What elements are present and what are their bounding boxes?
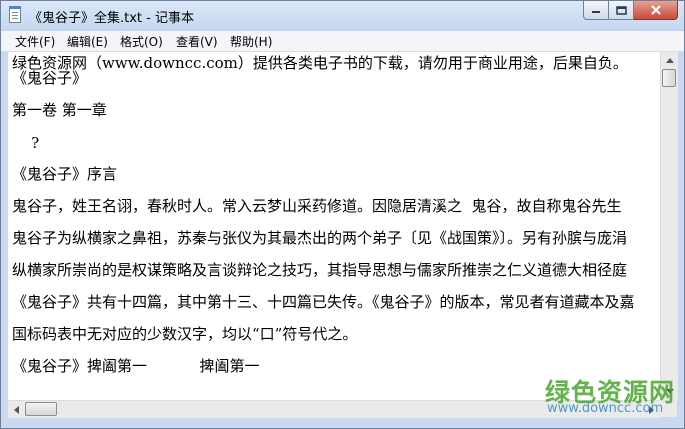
scroll-up-button[interactable] [661, 52, 678, 69]
title-bar[interactable]: 《鬼谷子》全集.txt - 记事本 [1, 1, 684, 31]
close-button[interactable] [634, 1, 678, 20]
text-line: 《鬼谷子》 [12, 69, 88, 87]
horizontal-scroll-thumb[interactable] [25, 402, 57, 416]
text-editor-area[interactable]: 绿色资源网（www.downcc.com）提供各类电子书的下载，请勿用于商业用途… [8, 52, 660, 400]
text-line: 《鬼谷子》共有十四篇，其中第十三、十四篇已失传。《鬼谷子》的版本，常见者有道藏本… [12, 293, 635, 311]
minimize-button[interactable] [583, 1, 609, 20]
menu-format[interactable]: 格式(O) [120, 33, 163, 50]
notepad-app-icon[interactable] [9, 6, 21, 23]
watermark-url: www.downcc.com [547, 401, 664, 416]
window-title: 《鬼谷子》全集.txt - 记事本 [29, 11, 194, 26]
scroll-left-button[interactable] [8, 401, 25, 418]
text-line: ? [12, 134, 40, 152]
menu-help[interactable]: 帮助(H) [230, 33, 272, 50]
menu-file[interactable]: 文件(F) [15, 33, 55, 50]
menu-view[interactable]: 查看(V) [176, 33, 218, 50]
text-line: 鬼谷子，姓王名诩，春秋时人。常入云梦山采药修道。因隐居清溪之 鬼谷，故自称鬼谷先… [12, 197, 622, 215]
text-line: 第一卷 第一章 [12, 101, 107, 119]
vertical-scrollbar[interactable] [660, 52, 678, 400]
text-line: 鬼谷子为纵横家之鼻祖，苏秦与张仪为其最杰出的两个弟子〔见《战国策》〕。另有孙膑与… [12, 229, 628, 247]
maximize-button[interactable] [609, 1, 634, 20]
menu-edit[interactable]: 编辑(E) [67, 33, 108, 50]
text-line: 纵横家所崇尚的是权谋策略及言谈辩论之技巧，其指导思想与儒家所推崇之仁义道德大相径… [12, 261, 628, 279]
window-controls [583, 1, 678, 21]
maximize-icon [615, 5, 627, 15]
site-watermark: 绿色资源网 www.downcc.com [545, 373, 674, 421]
text-line: 《鬼谷子》序言 [12, 165, 118, 183]
text-line: 《鬼谷子》捭阖第一 捭阖第一 [12, 357, 260, 375]
text-line: 绿色资源网（www.downcc.com）提供各类电子书的下载，请勿用于商业用途… [12, 54, 628, 72]
minimize-icon [592, 11, 600, 13]
close-icon [650, 5, 661, 15]
scroll-up-arrow-icon [665, 58, 674, 63]
notepad-window: 《鬼谷子》全集.txt - 记事本 文件(F) 编辑(E) 格式(O) 查看(V… [0, 0, 685, 429]
menu-bar: 文件(F) 编辑(E) 格式(O) 查看(V) 帮助(H) [1, 31, 684, 52]
vertical-scroll-thumb[interactable] [662, 69, 676, 87]
scroll-left-arrow-icon [14, 405, 19, 414]
text-line: 国标码表中无对应的少数汉字，均以“口”符号代之。 [12, 325, 358, 343]
